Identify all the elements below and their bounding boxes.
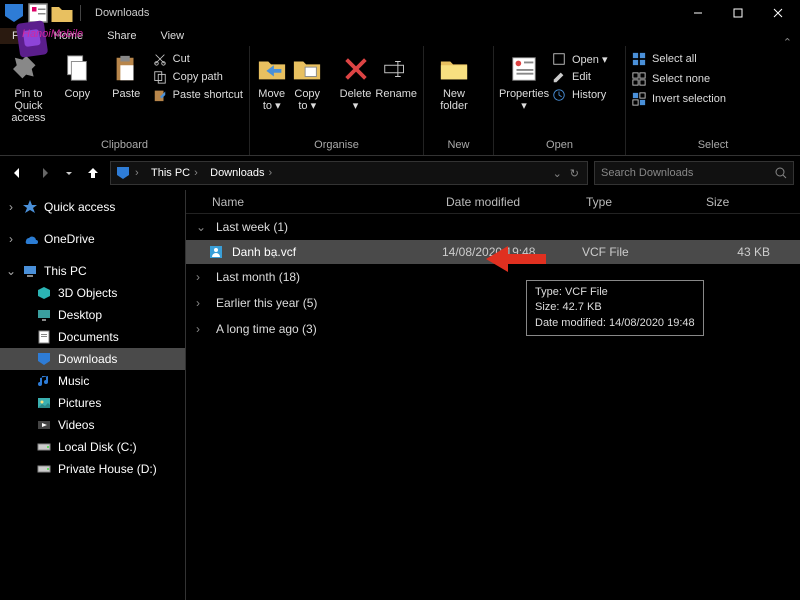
sb-local-disk-c[interactable]: Local Disk (C:)	[0, 436, 185, 458]
refresh-icon[interactable]: ↻	[570, 167, 579, 180]
col-type[interactable]: Type	[586, 195, 706, 209]
open-group-label: Open	[500, 137, 619, 155]
chevron-right-icon: ›	[269, 167, 281, 179]
ribbon-tabs: File Home Share View ⌃	[0, 26, 800, 46]
ribbon: Pin to Quick access Copy Paste Cut Copy …	[0, 46, 800, 156]
group-long-ago[interactable]: ›A long time ago (3)	[186, 316, 800, 342]
rename-label: Rename	[375, 88, 417, 100]
window-title: Downloads	[95, 7, 149, 19]
back-button[interactable]	[6, 162, 28, 184]
properties-label: Properties ▾	[499, 88, 549, 112]
select-group-label: Select	[632, 137, 794, 155]
up-button[interactable]	[82, 162, 104, 184]
cut-button[interactable]: Cut	[153, 52, 243, 66]
sb-onedrive[interactable]: ›OneDrive	[0, 228, 185, 250]
chevron-right-icon: ›	[194, 167, 206, 179]
chevron-right-icon: ›	[135, 167, 147, 179]
paste-label: Paste	[112, 88, 140, 100]
delete-label: Delete ▾	[340, 88, 372, 112]
file-type: VCF File	[582, 245, 702, 259]
titlebar: Downloads	[0, 0, 800, 26]
sb-pictures[interactable]: Pictures	[0, 392, 185, 414]
copy-label: Copy	[64, 88, 90, 100]
sb-quick-access[interactable]: ›Quick access	[0, 196, 185, 218]
delete-button[interactable]: Delete ▾	[340, 50, 372, 112]
breadcrumb-thispc[interactable]: This PC	[151, 167, 190, 179]
file-name: Danh bạ.vcf	[232, 245, 442, 259]
organise-group-label: Organise	[256, 137, 417, 155]
search-icon	[775, 167, 787, 179]
addr-dropdown-icon[interactable]: ⌄	[553, 167, 562, 180]
search-box[interactable]: Search Downloads	[594, 161, 794, 185]
open-button[interactable]: Open ▾	[552, 52, 608, 66]
copy-to-button[interactable]: Copy to ▾	[291, 50, 322, 112]
ribbon-collapse-icon[interactable]: ⌃	[783, 36, 792, 49]
col-name[interactable]: Name	[212, 195, 446, 209]
sb-videos[interactable]: Videos	[0, 414, 185, 436]
tab-view[interactable]: View	[148, 28, 196, 44]
copyto-label: Copy to ▾	[291, 88, 322, 112]
file-list: Name Date modified Type Size ⌄Last week …	[186, 190, 800, 600]
down-arrow-icon	[115, 165, 131, 181]
paste-button[interactable]: Paste	[104, 50, 149, 100]
clipboard-group-label: Clipboard	[6, 137, 243, 155]
recent-dropdown[interactable]	[62, 162, 76, 184]
rename-button[interactable]: Rename	[375, 50, 417, 100]
file-size: 43 KB	[702, 245, 800, 259]
qat-folder-icon[interactable]	[50, 2, 74, 24]
search-placeholder: Search Downloads	[601, 167, 693, 179]
col-size[interactable]: Size	[706, 195, 800, 209]
sb-music[interactable]: Music	[0, 370, 185, 392]
sb-private-house-d[interactable]: Private House (D:)	[0, 458, 185, 480]
file-tooltip: Type: VCF File Size: 42.7 KB Date modifi…	[526, 280, 704, 336]
group-last-week[interactable]: ⌄Last week (1)	[186, 214, 800, 240]
history-button[interactable]: History	[552, 88, 608, 102]
pin-quick-access-button[interactable]: Pin to Quick access	[6, 50, 51, 124]
tab-share[interactable]: Share	[95, 28, 148, 44]
new-folder-button[interactable]: New folder	[430, 50, 478, 112]
forward-button[interactable]	[34, 162, 56, 184]
sidebar: ›Quick access ›OneDrive ⌄This PC 3D Obje…	[0, 190, 186, 600]
column-headers: Name Date modified Type Size	[186, 190, 800, 214]
edit-button[interactable]: Edit	[552, 70, 608, 84]
close-button[interactable]	[758, 0, 798, 26]
col-date[interactable]: Date modified	[446, 195, 586, 209]
paste-shortcut-button[interactable]: Paste shortcut	[153, 88, 243, 102]
sb-this-pc[interactable]: ⌄This PC	[0, 260, 185, 282]
copy-button[interactable]: Copy	[55, 50, 100, 100]
copy-path-button[interactable]: Copy path	[153, 70, 243, 84]
new-group-label: New	[430, 137, 487, 155]
sb-desktop[interactable]: Desktop	[0, 304, 185, 326]
group-earlier-year[interactable]: ›Earlier this year (5)	[186, 290, 800, 316]
red-arrow-annotation	[486, 244, 546, 274]
qat-down-icon[interactable]	[2, 2, 26, 24]
minimize-button[interactable]	[678, 0, 718, 26]
pin-label: Pin to Quick access	[6, 88, 51, 124]
select-all-button[interactable]: Select all	[632, 52, 726, 66]
move-to-button[interactable]: Move to ▾	[256, 50, 287, 112]
sb-3d-objects[interactable]: 3D Objects	[0, 282, 185, 304]
sb-downloads[interactable]: Downloads	[0, 348, 185, 370]
nav-bar: › This PC › Downloads › ⌄ ↻ Search Downl…	[0, 156, 800, 190]
breadcrumb-downloads[interactable]: Downloads	[210, 167, 264, 179]
address-bar[interactable]: › This PC › Downloads › ⌄ ↻	[110, 161, 588, 185]
invert-selection-button[interactable]: Invert selection	[632, 92, 726, 106]
newfolder-label: New folder	[430, 88, 478, 112]
properties-button[interactable]: Properties ▾	[500, 50, 548, 112]
moveto-label: Move to ▾	[256, 88, 287, 112]
select-none-button[interactable]: Select none	[632, 72, 726, 86]
sb-documents[interactable]: Documents	[0, 326, 185, 348]
vcf-file-icon	[208, 244, 224, 260]
watermark-text: HanoiMobile	[22, 28, 83, 40]
maximize-button[interactable]	[718, 0, 758, 26]
